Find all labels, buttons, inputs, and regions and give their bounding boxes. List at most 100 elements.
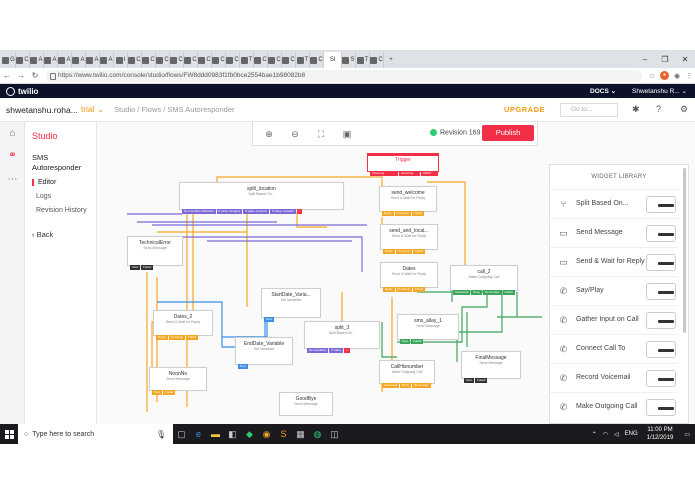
chip[interactable]: No Reply [394,211,412,216]
browser-tab[interactable]: S [342,52,356,68]
browser-tab[interactable]: C [16,52,30,68]
chip[interactable]: If value contains [269,209,296,214]
library-item-outgoing-call[interactable]: ✆ Make Outgoing Call [550,392,678,421]
task-view-icon[interactable]: ▢ [173,424,190,444]
widget-sms-allay-1[interactable]: sms_allay_1 Send Message Sent Failed [397,314,459,344]
chip-incoming-message[interactable]: Incoming Message [370,171,398,180]
chip[interactable]: Sent [152,390,163,395]
chip[interactable]: Busy [471,290,483,295]
browser-tab[interactable]: C [128,52,142,68]
chip[interactable]: No Condition Matches [182,209,216,214]
browser-tab[interactable]: C [268,52,282,68]
chip[interactable]: Sent [400,339,411,344]
chip[interactable]: + [296,209,303,214]
help-icon[interactable]: ? [656,104,661,114]
browser-tab[interactable]: T [296,52,310,68]
chip[interactable]: No Reply [168,335,186,340]
docs-menu[interactable]: DOCS ⌄ [590,87,616,95]
trigger-widget[interactable]: Trigger Incoming Message Incoming Call R… [367,153,439,180]
browser-tab[interactable]: A [100,52,114,68]
chip[interactable]: + [344,348,350,353]
back-arrow-icon[interactable]: ← [0,71,14,80]
chip[interactable]: Reply [383,287,395,292]
browser-tab[interactable]: I [114,52,128,68]
browser-tab-active[interactable]: Sl [324,52,342,68]
volume-icon[interactable]: ◁ [614,431,619,438]
browser-tab[interactable]: T [356,52,370,68]
menu-kebab-icon[interactable]: ⋮ [683,72,695,80]
language-indicator[interactable]: ENG [625,431,638,437]
zoom-out-icon[interactable]: ⊖ [289,128,301,140]
chip[interactable]: If value contains [216,209,243,214]
forward-arrow-icon[interactable]: → [14,71,28,80]
browser-tab[interactable]: T [240,52,254,68]
extension-icon[interactable]: ● [660,71,669,80]
zoom-in-icon[interactable]: ⊕ [263,128,275,140]
profile-icon[interactable]: ◉ [671,72,683,80]
chip[interactable]: Sent [464,378,475,383]
back-link[interactable]: ‹ Back [32,230,53,239]
minimize-button[interactable]: – [635,50,655,68]
taskbar-search[interactable]: ○ Type here to search 🎙 [18,424,173,444]
new-tab-button[interactable]: + [384,52,398,68]
snapshot-icon[interactable]: ▣ [341,128,353,140]
edge-icon[interactable]: e [190,424,207,444]
widget-call-2[interactable]: call_2 Make Outgoing Call Answered Busy No… [450,265,518,295]
widget-technical-error[interactable]: TechnicalError Send Message Sent Failed [127,236,183,270]
widget-send-and-location[interactable]: send_and_locat... Send & Wait for Reply … [380,224,438,254]
chrome-icon[interactable]: ◉ [258,424,275,444]
bug-icon[interactable]: ✱ [632,104,640,115]
widget-final-message[interactable]: FinalMessage Send Message Sent Failed [461,351,521,383]
sublime-icon[interactable]: S [275,424,292,444]
chip[interactable]: Answered [453,290,471,295]
home-icon[interactable]: ⌂ [7,128,18,139]
star-icon[interactable]: ☆ [646,72,658,80]
library-item-gather-input[interactable]: ✆ Gather Input on Call [550,305,678,334]
widget-split-3[interactable]: split_3 Split Based On... No Condition If… [304,321,380,353]
trial-badge[interactable]: trial ⌄ [81,104,104,115]
browser-tab[interactable]: C [254,52,268,68]
chip[interactable]: Next [264,317,275,322]
flow-canvas[interactable]: ⊕ ⊖ ⛶ ▣ Revision 169 Publish Trigger Inc… [97,122,695,424]
chip[interactable]: Failed [411,339,424,344]
browser-tab[interactable]: C [170,52,184,68]
widget-goodbye[interactable]: GoodBye Send Message [279,392,333,416]
notification-icon[interactable]: ▭ [684,431,690,438]
account-name[interactable]: shwetanshu.roha... [6,105,78,115]
user-menu[interactable]: Shwetanshu R... ⌄ [632,87,687,95]
close-window-button[interactable]: ✕ [675,50,695,68]
chip[interactable]: Failed [475,378,488,383]
widget-noonno[interactable]: NoonNo Send Message Sent Failed [149,367,207,395]
widget-call-his-number[interactable]: CallHisnumber Make Outgoing Call Answere… [379,360,435,388]
chip[interactable]: Next [238,364,249,369]
app-icon[interactable]: ◆ [241,424,258,444]
library-item-split[interactable]: ⑂ Split Based On... [550,189,678,218]
upgrade-link[interactable]: UPGRADE [504,105,545,114]
chip[interactable]: Answered [382,383,400,388]
browser-tab[interactable]: C [184,52,198,68]
store-icon[interactable]: ◧ [224,424,241,444]
chip[interactable]: Failed [141,265,154,270]
chip[interactable]: No Condition [307,348,329,353]
goto-search-input[interactable]: Go to... [560,103,618,117]
chip[interactable]: No Reply [395,287,413,292]
library-item-connect-call[interactable]: ✆ Connect Call To [550,334,678,363]
chip[interactable]: Failed [412,211,425,216]
library-item-send-wait[interactable]: ▭ Send & Wait for Reply [550,247,678,276]
nav-editor[interactable]: Editor [32,179,56,186]
widget-dates-2[interactable]: Dates_2 Send & Wait for Reply Reply No Re… [153,310,213,340]
library-item-send-message[interactable]: ▭ Send Message [550,218,678,247]
chip[interactable]: Failed [413,287,426,292]
chip[interactable]: Reply [382,211,394,216]
chip[interactable]: Failed [413,249,426,254]
chip[interactable]: No Answer [483,290,502,295]
browser-tab[interactable]: A [58,52,72,68]
app-icon[interactable]: ▦ [292,424,309,444]
browser-tab[interactable]: C [310,52,324,68]
start-button[interactable] [0,424,18,444]
library-item-say-play[interactable]: ✆ Say/Play [550,276,678,305]
browser-tab[interactable]: C [198,52,212,68]
browser-tab[interactable]: C [370,52,384,68]
file-explorer-icon[interactable]: ▬ [207,424,224,444]
chip[interactable]: If value contains [243,209,269,214]
